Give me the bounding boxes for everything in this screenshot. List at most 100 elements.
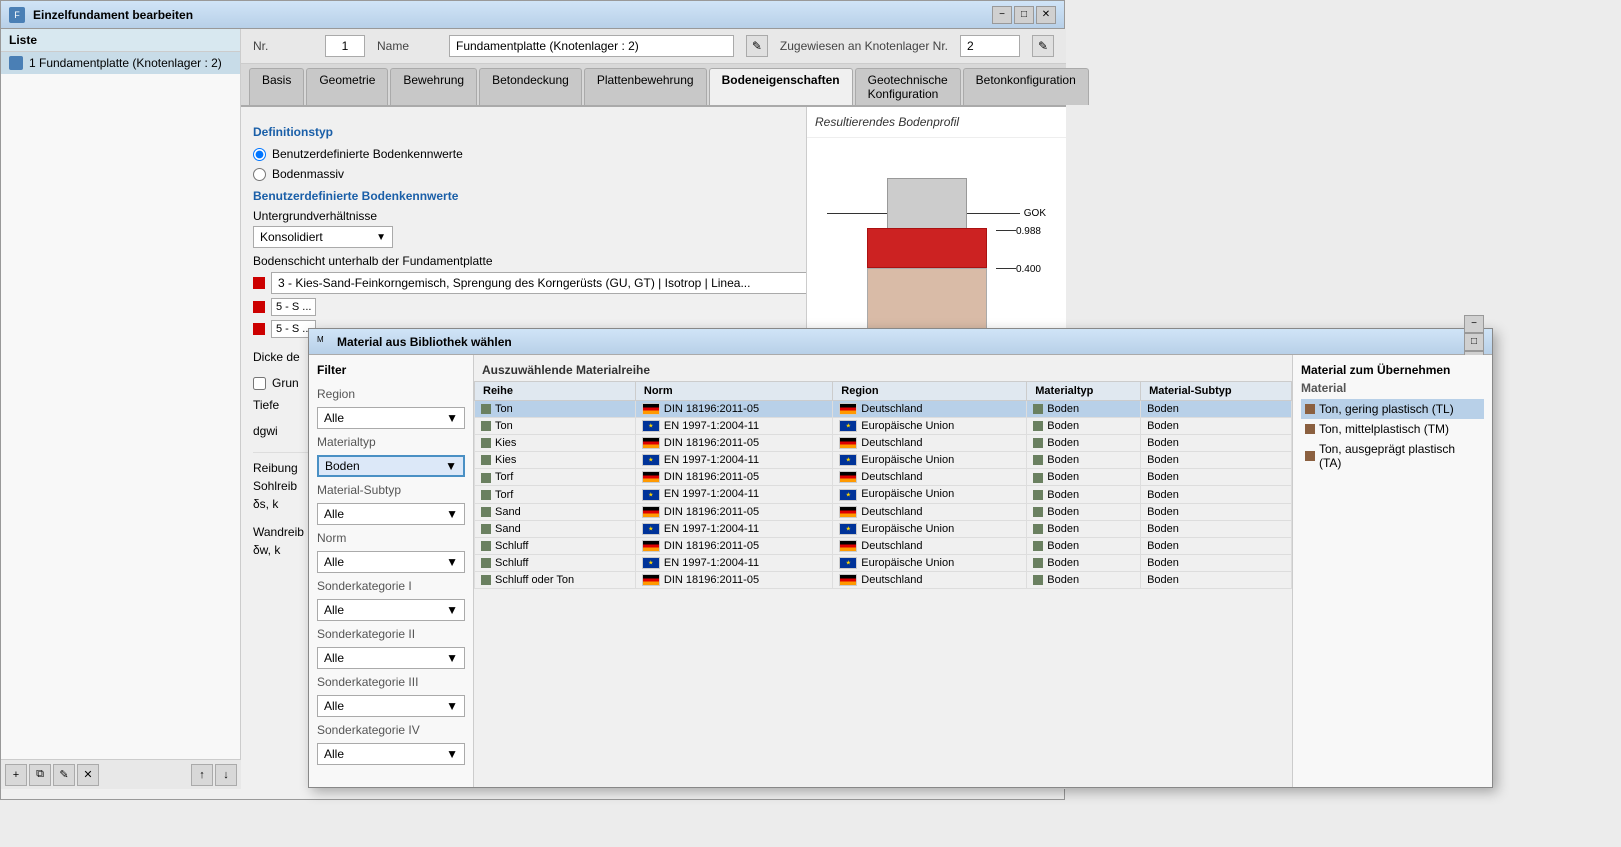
- layer-label-2: 5 - S ...: [271, 298, 316, 316]
- region-dropdown[interactable]: Alle ▼: [317, 407, 465, 429]
- tab-bewehrung[interactable]: Bewehrung: [390, 68, 477, 105]
- cell-materialtyp: Boden: [1027, 537, 1141, 554]
- tab-geometrie[interactable]: Geometrie: [306, 68, 388, 105]
- radio-label-1: Benutzerdefinierte Bodenkennwerte: [272, 147, 463, 161]
- table-row[interactable]: Ton DIN 18196:2011-05 Deutschland Boden …: [475, 401, 1292, 418]
- cell-subtyp: Boden: [1141, 520, 1292, 537]
- tab-geotechnische[interactable]: Geotechnische Konfiguration: [855, 68, 961, 105]
- modal-minimize-button[interactable]: −: [1464, 315, 1484, 333]
- flag-icon: [642, 557, 660, 569]
- list-item[interactable]: 1 Fundamentplatte (Knotenlager : 2): [1, 52, 240, 74]
- list-item-label: 1 Fundamentplatte (Knotenlager : 2): [29, 56, 222, 70]
- mat-type-icon: [1033, 473, 1043, 483]
- mat-icon: [481, 438, 491, 448]
- cell-reihe: Ton: [475, 401, 636, 418]
- cell-materialtyp: Boden: [1027, 503, 1141, 520]
- tab-plattenbewehrung[interactable]: Plattenbewehrung: [584, 68, 707, 105]
- material-subtyp-filter: Material-Subtyp Alle ▼: [317, 483, 465, 525]
- close-button[interactable]: ✕: [1036, 6, 1056, 24]
- cell-norm: DIN 18196:2011-05: [635, 469, 832, 486]
- foundation-plate: [867, 228, 987, 268]
- name-edit-button[interactable]: ✎: [746, 35, 768, 57]
- sonderkategorie4-dropdown[interactable]: Alle ▼: [317, 743, 465, 765]
- table-row[interactable]: Torf EN 1997-1:2004-11 Europäische Union…: [475, 486, 1292, 503]
- add-button[interactable]: +: [5, 764, 27, 786]
- result-mat-icon: [1305, 424, 1315, 434]
- diagram-title: Resultierendes Bodenprofil: [807, 107, 1066, 138]
- result-item[interactable]: Ton, mittelplastisch (TM): [1301, 419, 1484, 439]
- table-row[interactable]: Schluff oder Ton DIN 18196:2011-05 Deuts…: [475, 571, 1292, 588]
- result-item[interactable]: Ton, gering plastisch (TL): [1301, 399, 1484, 419]
- left-panel-toolbar: + ⧉ ✎ ✕ ↑ ↓: [1, 759, 241, 789]
- zugewiesen-edit-button[interactable]: ✎: [1032, 35, 1054, 57]
- mat-type-icon: [1033, 455, 1043, 465]
- edit-button[interactable]: ✎: [53, 764, 75, 786]
- materialtyp-dropdown[interactable]: Boden ▼: [317, 455, 465, 477]
- mat-icon: [481, 490, 491, 500]
- app-icon: F: [9, 7, 25, 23]
- window-controls: − □ ✕: [992, 6, 1056, 24]
- materials-panel: Auszuwählende Materialreihe Reihe Norm R…: [474, 355, 1292, 787]
- tab-betonkonfiguration[interactable]: Betonkonfiguration: [963, 68, 1089, 105]
- mat-type-icon: [1033, 558, 1043, 568]
- mat-type-icon: [1033, 575, 1043, 585]
- table-row[interactable]: Kies DIN 18196:2011-05 Deutschland Boden…: [475, 435, 1292, 452]
- main-title-bar: F Einzelfundament bearbeiten − □ ✕: [1, 1, 1064, 29]
- mat-icon: [481, 575, 491, 585]
- cell-materialtyp: Boden: [1027, 452, 1141, 469]
- up-button[interactable]: ↑: [191, 764, 213, 786]
- mat-icon: [481, 421, 491, 431]
- val1-label: 0.988: [1016, 226, 1041, 237]
- table-row[interactable]: Schluff EN 1997-1:2004-11 Europäische Un…: [475, 554, 1292, 571]
- left-panel: Liste 1 Fundamentplatte (Knotenlager : 2…: [1, 29, 241, 789]
- flag-region-icon: [839, 420, 857, 432]
- cell-region: Europäische Union: [833, 520, 1027, 537]
- table-row[interactable]: Sand EN 1997-1:2004-11 Europäische Union…: [475, 520, 1292, 537]
- measure-line-1: [996, 230, 1016, 231]
- nr-input[interactable]: 1: [325, 35, 365, 57]
- modal-maximize-button[interactable]: □: [1464, 333, 1484, 351]
- result-items-container: Ton, gering plastisch (TL) Ton, mittelpl…: [1301, 399, 1484, 473]
- result-item[interactable]: Ton, ausgeprägt plastisch (TA): [1301, 439, 1484, 473]
- result-mat-icon: [1305, 451, 1315, 461]
- item-icon: [9, 56, 23, 70]
- flag-region-icon: [839, 557, 857, 569]
- name-input[interactable]: [449, 35, 734, 57]
- table-row[interactable]: Torf DIN 18196:2011-05 Deutschland Boden…: [475, 469, 1292, 486]
- cell-materialtyp: Boden: [1027, 571, 1141, 588]
- tab-betondeckung[interactable]: Betondeckung: [479, 68, 582, 105]
- result-panel-title: Material zum Übernehmen: [1301, 363, 1484, 377]
- flag-icon: [642, 523, 660, 535]
- delete-button[interactable]: ✕: [77, 764, 99, 786]
- cell-reihe: Schluff: [475, 554, 636, 571]
- zugewiesen-input[interactable]: [960, 35, 1020, 57]
- materials-table-container[interactable]: Reihe Norm Region Materialtyp Material-S…: [474, 381, 1292, 787]
- table-row[interactable]: Kies EN 1997-1:2004-11 Europäische Union…: [475, 452, 1292, 469]
- tab-bodeneigenschaften[interactable]: Bodeneigenschaften: [709, 68, 853, 105]
- norm-dropdown[interactable]: Alle ▼: [317, 551, 465, 573]
- material-subtyp-dropdown[interactable]: Alle ▼: [317, 503, 465, 525]
- cell-subtyp: Boden: [1141, 537, 1292, 554]
- tab-basis[interactable]: Basis: [249, 68, 304, 105]
- layer-color-2: [253, 301, 265, 313]
- cell-materialtyp: Boden: [1027, 554, 1141, 571]
- down-button[interactable]: ↓: [215, 764, 237, 786]
- minimize-button[interactable]: −: [992, 6, 1012, 24]
- sonderkategorie1-dropdown[interactable]: Alle ▼: [317, 599, 465, 621]
- sonderkategorie2-dropdown[interactable]: Alle ▼: [317, 647, 465, 669]
- copy-button[interactable]: ⧉: [29, 764, 51, 786]
- flag-region-icon: [839, 574, 857, 586]
- mat-icon: [481, 558, 491, 568]
- result-item-label: Ton, ausgeprägt plastisch (TA): [1319, 442, 1480, 470]
- tabs-bar: Basis Geometrie Bewehrung Betondeckung P…: [241, 64, 1066, 107]
- table-row[interactable]: Schluff DIN 18196:2011-05 Deutschland Bo…: [475, 537, 1292, 554]
- cell-subtyp: Boden: [1141, 452, 1292, 469]
- sonderkategorie3-dropdown[interactable]: Alle ▼: [317, 695, 465, 717]
- result-panel: Material zum Übernehmen Material Ton, ge…: [1292, 355, 1492, 787]
- table-row[interactable]: Sand DIN 18196:2011-05 Deutschland Boden…: [475, 503, 1292, 520]
- cell-norm: EN 1997-1:2004-11: [635, 554, 832, 571]
- table-row[interactable]: Ton EN 1997-1:2004-11 Europäische Union …: [475, 418, 1292, 435]
- maximize-button[interactable]: □: [1014, 6, 1034, 24]
- cell-reihe: Torf: [475, 486, 636, 503]
- untergrund-dropdown[interactable]: Konsolidiert ▼: [253, 226, 393, 248]
